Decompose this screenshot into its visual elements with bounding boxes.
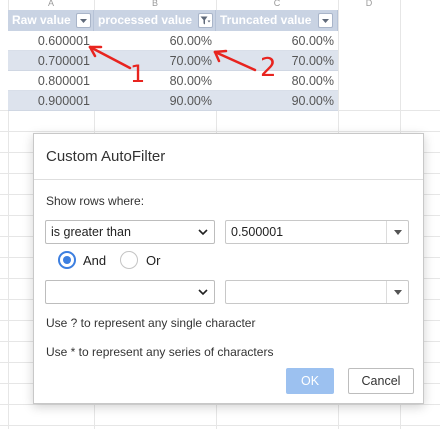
cell-a5[interactable]: 0.900001 [8,91,94,112]
combo-dropdown-button[interactable] [386,281,408,303]
condition2-operator-select[interactable] [45,280,215,304]
condition2-value-combo[interactable] [225,280,409,304]
column-letter-d[interactable]: D [338,0,400,10]
caret-down-icon [394,290,402,295]
cell-a4[interactable]: 0.800001 [8,71,94,92]
cell-b3[interactable]: 70.00% [94,51,216,72]
header-label: Raw value [12,13,71,27]
cell-b5[interactable]: 90.00% [94,91,216,112]
value-text: 0.500001 [231,225,284,239]
column-letter-c[interactable]: C [216,0,338,10]
filter-active-icon[interactable] [198,13,213,28]
custom-autofilter-dialog: Custom AutoFilter Show rows where: is gr… [33,133,424,404]
radio-and-label: And [83,253,107,268]
dialog-title: Custom AutoFilter [46,148,166,165]
column-header-row: A B C D [0,0,440,10]
operator-value: is greater than [51,225,131,239]
cancel-button[interactable]: Cancel [348,368,414,394]
chevron-down-icon [198,229,208,236]
hint-single-character: Use ? to represent any single character [46,316,256,330]
column-letter-a[interactable]: A [8,0,94,10]
condition1-value-combo[interactable]: 0.500001 [225,220,409,244]
cell-b4[interactable]: 80.00% [94,71,216,92]
cell-a2[interactable]: 0.600001 [8,31,94,52]
radio-button-unselected[interactable] [120,251,138,269]
caret-down-icon [394,230,402,235]
cell-a3[interactable]: 0.700001 [8,51,94,72]
divider [34,179,423,180]
ok-button[interactable]: OK [286,368,334,394]
dropdown-arrow-icon[interactable] [76,13,91,28]
combo-dropdown-button[interactable] [386,221,408,243]
cell-c4[interactable]: 80.00% [216,71,338,92]
cell-c3[interactable]: 70.00% [216,51,338,72]
condition1-operator-select[interactable]: is greater than [45,220,215,244]
cell-c2[interactable]: 60.00% [216,31,338,52]
cell-b2[interactable]: 60.00% [94,31,216,52]
header-label: processed value [98,13,193,27]
hint-series-characters: Use * to represent any series of charact… [46,345,274,359]
header-label: Truncated value [220,13,312,27]
column-letter-b[interactable]: B [94,0,216,10]
radio-or-label: Or [146,253,161,268]
show-rows-label: Show rows where: [46,194,145,208]
radio-button-selected[interactable] [58,251,76,269]
dropdown-arrow-icon[interactable] [318,13,333,28]
chevron-down-icon [198,289,208,296]
cell-c5[interactable]: 90.00% [216,91,338,112]
